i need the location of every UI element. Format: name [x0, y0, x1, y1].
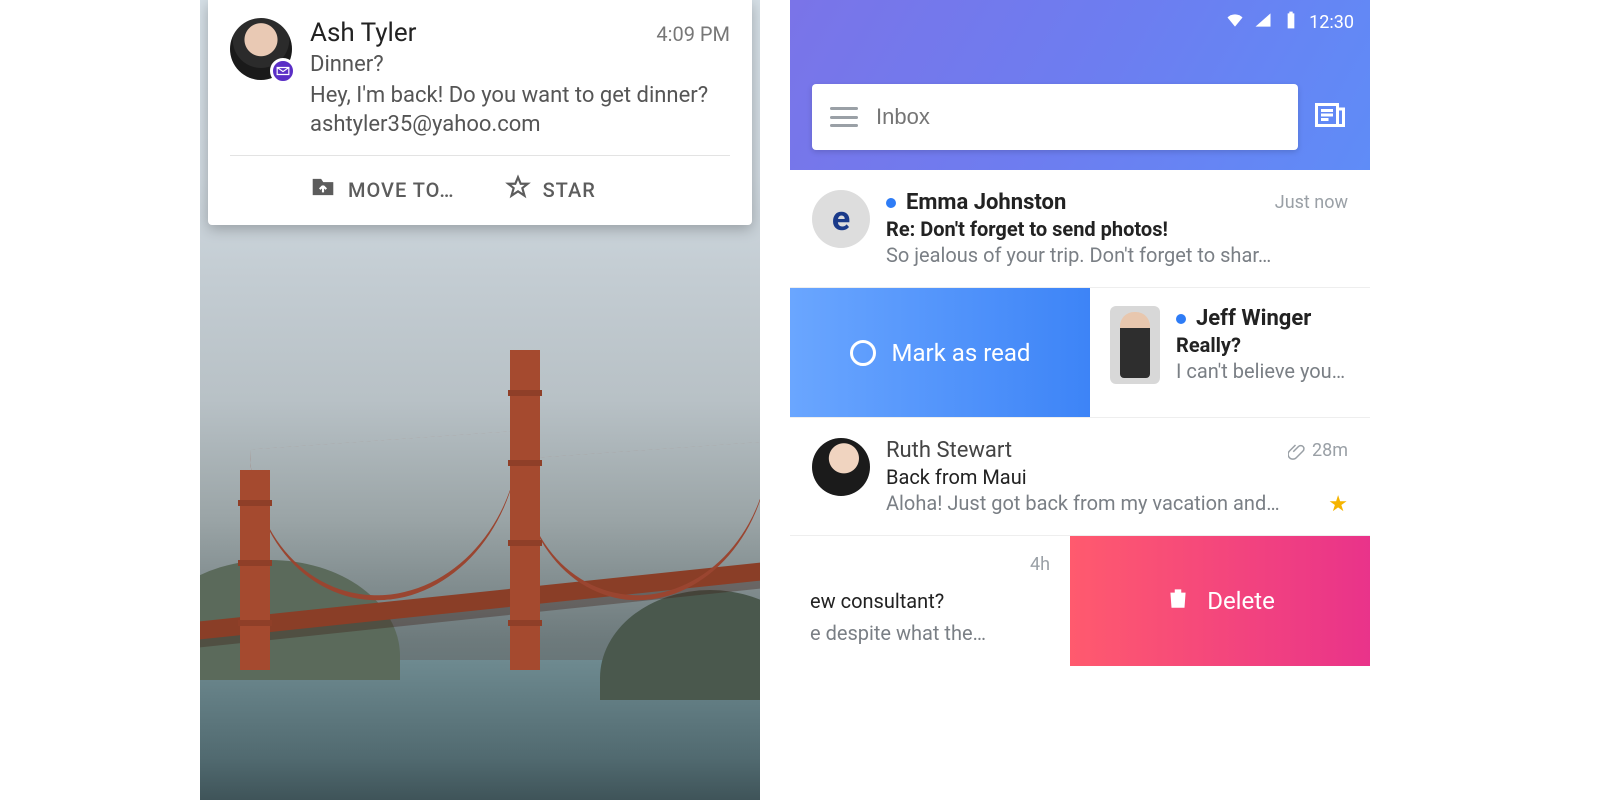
status-time: 12:30: [1309, 12, 1354, 33]
mail-preview: e despite what the…: [810, 621, 1050, 645]
battery-icon: [1281, 10, 1301, 35]
mark-as-read-label: Mark as read: [892, 339, 1031, 367]
unread-dot-icon: [886, 198, 896, 208]
sender-avatar: [1110, 306, 1160, 384]
sender-avatar: [812, 438, 870, 496]
mail-item-swiped[interactable]: Mark as read Jeff Winger Really? I can't…: [790, 288, 1370, 418]
mail-preview: Aloha! Just got back from my vacation an…: [886, 491, 1348, 515]
notification-preview: Hey, I'm back! Do you want to get dinner…: [310, 83, 730, 108]
notification-sender: Ash Tyler: [310, 18, 656, 48]
mail-badge-icon: [270, 58, 296, 84]
phone-inbox: 12:30 e Emma Johnston: [790, 0, 1370, 800]
mail-sender: Emma Johnston: [906, 190, 1265, 215]
mail-time: Just now: [1275, 192, 1348, 213]
move-to-label: MOVE TO…: [348, 178, 455, 202]
cell-signal-icon: [1253, 10, 1273, 35]
search-field[interactable]: [812, 84, 1298, 150]
notification-time: 4:09 PM: [656, 22, 730, 46]
mail-sender: Ruth Stewart: [886, 438, 1278, 463]
notification-subject: Dinner?: [310, 52, 730, 77]
folder-upload-icon: [310, 174, 336, 205]
star-label: STAR: [543, 178, 596, 202]
app-header: 12:30: [790, 0, 1370, 170]
mail-item[interactable]: e Emma Johnston Just now Re: Don't forge…: [790, 170, 1370, 288]
sender-avatar: e: [812, 190, 870, 248]
phone-lockscreen: Ash Tyler 4:09 PM Dinner? Hey, I'm back!…: [200, 0, 760, 800]
mail-time: 4h: [1030, 554, 1050, 575]
mail-time: 28m: [1288, 440, 1348, 461]
menu-icon[interactable]: [830, 107, 858, 127]
mail-preview: So jealous of your trip. Don't forget to…: [886, 243, 1348, 267]
circle-outline-icon: [850, 340, 876, 366]
mail-subject: ew consultant?: [810, 589, 1050, 613]
email-notification-card[interactable]: Ash Tyler 4:09 PM Dinner? Hey, I'm back!…: [208, 0, 752, 225]
sender-avatar: [230, 18, 292, 80]
unread-dot-icon: [1176, 314, 1186, 324]
mail-item-swiped[interactable]: 4h ew consultant? e despite what the… De…: [790, 536, 1370, 666]
mail-subject: Really?: [1176, 333, 1350, 357]
trash-icon: [1165, 585, 1191, 617]
mail-preview: I can't believe you fel: [1176, 359, 1350, 383]
status-bar: 12:30: [1225, 10, 1354, 35]
mail-item[interactable]: Ruth Stewart 28m Back from Maui Aloha! J…: [790, 418, 1370, 536]
notification-address: ashtyler35@yahoo.com: [310, 112, 730, 137]
star-outline-icon: [505, 174, 531, 205]
mail-list[interactable]: e Emma Johnston Just now Re: Don't forge…: [790, 170, 1370, 666]
mail-subject: Back from Maui: [886, 465, 1348, 489]
news-icon[interactable]: [1312, 97, 1348, 137]
delete-action[interactable]: Delete: [1070, 536, 1370, 666]
wifi-icon: [1225, 10, 1245, 35]
star-filled-icon[interactable]: ★: [1328, 492, 1348, 517]
delete-label: Delete: [1207, 587, 1275, 615]
mail-sender: Jeff Winger: [1196, 306, 1350, 331]
wallpaper-bridge: [200, 330, 760, 800]
move-to-button[interactable]: MOVE TO…: [310, 174, 455, 205]
mail-subject: Re: Don't forget to send photos!: [886, 217, 1348, 241]
star-button[interactable]: STAR: [505, 174, 596, 205]
search-input[interactable]: [876, 104, 1280, 130]
mark-as-read-action[interactable]: Mark as read: [790, 288, 1090, 417]
attachment-icon: [1288, 442, 1306, 460]
